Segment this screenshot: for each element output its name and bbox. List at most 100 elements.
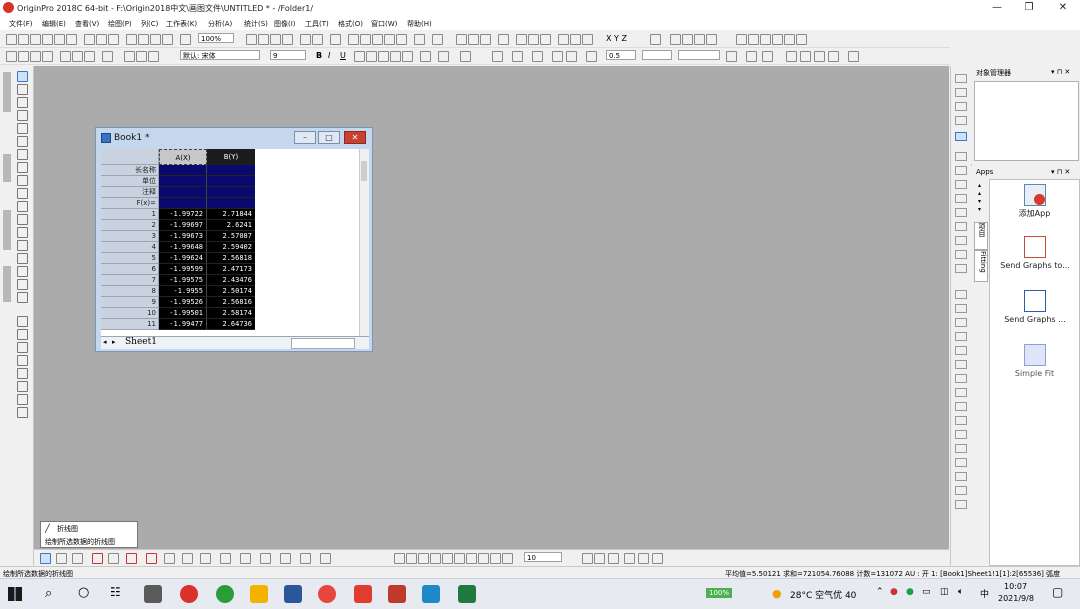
simple-fit-icon[interactable]: [1024, 344, 1046, 366]
line-plot-icon[interactable]: [955, 74, 967, 83]
mask-color-icon[interactable]: [638, 553, 649, 564]
duplicate-icon[interactable]: [258, 34, 269, 45]
template-library-icon[interactable]: [220, 553, 231, 564]
worksheet-grid[interactable]: A(X) B(Y) 长名称 单位 注释 F(x)= 1 -1.99722 2.7…: [101, 149, 369, 336]
import-single-icon[interactable]: [6, 51, 17, 62]
dataset-icon[interactable]: [772, 34, 783, 45]
weather-text[interactable]: 28°C 空气优 40: [790, 588, 856, 601]
fitting-side-tab[interactable]: Fitting: [974, 250, 988, 282]
sub-toolbar-handle[interactable]: [3, 72, 11, 112]
table-cell-b[interactable]: 2.47173: [207, 264, 255, 275]
grid-tool-icon[interactable]: [955, 152, 967, 161]
word-icon[interactable]: [284, 585, 302, 603]
line-tool-icon[interactable]: [17, 227, 28, 238]
merge-icon[interactable]: [762, 51, 773, 62]
tray-app-icon[interactable]: ●: [890, 587, 898, 597]
mask-toolbar-icon[interactable]: [582, 553, 593, 564]
region-tool-icon[interactable]: [17, 279, 28, 290]
new-notes-icon[interactable]: [66, 34, 77, 45]
col-format-icon[interactable]: [814, 51, 825, 62]
import-excel-icon[interactable]: [60, 51, 71, 62]
table-cell-b[interactable]: 2.6241: [207, 220, 255, 231]
arrow-tool-icon[interactable]: [17, 214, 28, 225]
results-log-icon[interactable]: [348, 34, 359, 45]
save-template-icon[interactable]: [138, 34, 149, 45]
legend-update-icon[interactable]: [955, 402, 967, 411]
export-icon[interactable]: [162, 34, 173, 45]
line-graph-icon[interactable]: [40, 553, 51, 564]
3d-graph-icon[interactable]: [240, 553, 251, 564]
scatter-graph-icon[interactable]: [56, 553, 67, 564]
save-project-icon[interactable]: [126, 34, 137, 45]
project-side-tab[interactable]: 项目: [974, 222, 988, 250]
send-graphs-word-label[interactable]: Send Graphs ...: [1000, 314, 1070, 325]
battery-icon[interactable]: ▭: [922, 587, 931, 597]
line-width-select[interactable]: 0.5: [606, 50, 636, 60]
histogram-icon[interactable]: [955, 236, 967, 245]
stat-graph-icon[interactable]: [280, 553, 291, 564]
shrink-icon[interactable]: [955, 430, 967, 439]
layer-icon[interactable]: [17, 316, 28, 327]
boxplot-icon[interactable]: [955, 250, 967, 259]
align-left-icon[interactable]: [394, 553, 405, 564]
menu-view[interactable]: 查看(V): [75, 19, 99, 29]
notification-icon[interactable]: ▢: [1052, 585, 1063, 599]
text-color-icon[interactable]: [438, 51, 449, 62]
line-symbol-icon[interactable]: [955, 102, 967, 111]
table-cell-a[interactable]: -1.99599: [159, 264, 207, 275]
import-text-icon[interactable]: [72, 51, 83, 62]
new-workbook-icon[interactable]: [18, 34, 29, 45]
command-window-icon[interactable]: [360, 34, 371, 45]
row-header[interactable]: 9: [101, 297, 159, 308]
new-project-icon[interactable]: [6, 34, 17, 45]
volume-icon[interactable]: 🔈︎: [958, 587, 963, 597]
distribute-v-icon[interactable]: [502, 553, 513, 564]
specialized-icon[interactable]: [320, 553, 331, 564]
zy-app-icon[interactable]: [144, 585, 162, 603]
row-header[interactable]: 8: [101, 286, 159, 297]
print-preview-icon[interactable]: [796, 34, 807, 45]
cell-a-comments[interactable]: [159, 187, 207, 198]
table-cell-b[interactable]: 2.56818: [207, 253, 255, 264]
row-header[interactable]: 3: [101, 231, 159, 242]
table-cell-b[interactable]: 2.58174: [207, 308, 255, 319]
message-log-icon[interactable]: [384, 34, 395, 45]
table-cell-a[interactable]: -1.9955: [159, 286, 207, 297]
cell-format-icon[interactable]: [786, 51, 797, 62]
cell-b-comments[interactable]: [207, 187, 255, 198]
column-header-a[interactable]: A(X): [159, 149, 207, 165]
paste-icon[interactable]: [148, 51, 159, 62]
ime-indicator[interactable]: 中: [980, 587, 989, 600]
decrease-font-icon[interactable]: [402, 51, 413, 62]
swap-icon[interactable]: [955, 346, 967, 355]
line-width-icon[interactable]: [586, 51, 597, 62]
menu-file[interactable]: 文件(F): [9, 19, 33, 29]
font-size-select[interactable]: 9: [270, 50, 306, 60]
pointer-icon[interactable]: [17, 71, 28, 82]
size-select[interactable]: 10: [524, 552, 562, 562]
rescale-icon[interactable]: [955, 374, 967, 383]
import-db-icon[interactable]: [84, 51, 95, 62]
data-reader-icon[interactable]: [17, 110, 28, 121]
add-app-label[interactable]: 添加App: [990, 208, 1079, 219]
row-header[interactable]: 5: [101, 253, 159, 264]
send-pdf-icon[interactable]: [1024, 236, 1046, 258]
area-icon[interactable]: [955, 180, 967, 189]
ellipse-tool-icon[interactable]: [17, 240, 28, 251]
workbook-minimize-button[interactable]: –: [294, 131, 316, 144]
chrome-icon[interactable]: [318, 585, 336, 603]
bar-chart-toolbar-icon[interactable]: [516, 34, 527, 45]
table-cell-a[interactable]: -1.99501: [159, 308, 207, 319]
sheet-nav-right-icon[interactable]: ▸: [112, 338, 116, 346]
superscript-icon[interactable]: [354, 51, 365, 62]
menu-worksheet[interactable]: 工作表(K): [166, 19, 197, 29]
apps-pin-icon[interactable]: ▾ ⊓ ✕: [1051, 168, 1070, 176]
scale-icon[interactable]: [17, 136, 28, 147]
border-icon[interactable]: [726, 51, 737, 62]
column-chart-icon[interactable]: [528, 34, 539, 45]
multi-panel-icon[interactable]: [300, 553, 311, 564]
new-function-icon[interactable]: [54, 34, 65, 45]
same-height-icon[interactable]: [478, 553, 489, 564]
align-icon[interactable]: [420, 51, 431, 62]
horizontal-scrollbar[interactable]: [291, 338, 355, 349]
